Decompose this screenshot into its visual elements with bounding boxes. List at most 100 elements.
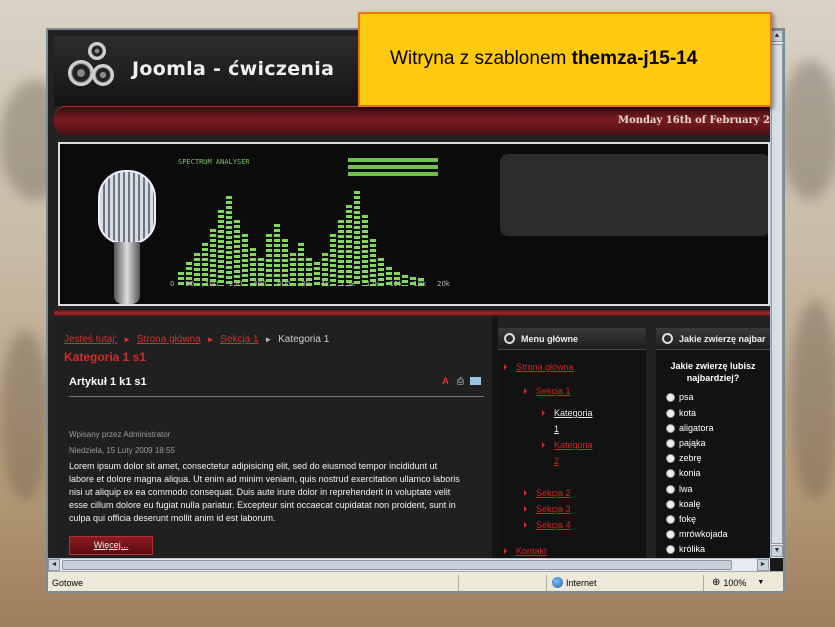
callout-template-name: themza-j15-14 <box>571 48 698 69</box>
spectrum-bar <box>218 210 224 286</box>
pdf-icon[interactable]: A <box>440 376 451 387</box>
zoom-control[interactable]: ⊕ 100% ▼ <box>712 577 764 588</box>
status-divider <box>458 575 459 591</box>
site-title[interactable]: Joomla - ćwiczenia <box>132 58 334 80</box>
chevron-down-icon[interactable]: ▼ <box>757 579 764 586</box>
scroll-thumb[interactable] <box>62 560 732 570</box>
radio-button[interactable] <box>666 544 675 554</box>
menu-arrow-icon <box>504 364 507 370</box>
menu-arrow-icon <box>524 388 527 394</box>
callout-box: Witryna z szablonem themza-j15-14 <box>358 12 772 107</box>
menu-item-category-2-suffix[interactable]: 2 <box>554 456 559 466</box>
radio-button[interactable] <box>666 468 675 478</box>
header-banner: SPECTRUM ANALYSER 0 30 100 250 480 600 8k 4k 7.5… <box>58 142 770 306</box>
globe-icon <box>552 577 563 588</box>
poll-option[interactable]: kota <box>666 408 696 418</box>
main-menu-header: Menu główne <box>498 328 646 350</box>
spectrum-bars <box>178 186 448 286</box>
date-bar: Monday 16th of February 2 <box>54 106 770 136</box>
article-title: Artykuł 1 k1 s1 <box>69 376 147 388</box>
breadcrumb-home[interactable]: Strona główna <box>137 334 201 345</box>
status-bar: Gotowe Internet ⊕ 100% ▼ <box>48 571 783 591</box>
zone-label: Internet <box>566 577 597 588</box>
vertical-scrollbar[interactable]: ▲ ▼ <box>770 30 783 558</box>
category-title: Kategoria 1 s1 <box>64 350 147 364</box>
zoom-icon: ⊕ <box>712 577 721 588</box>
scroll-thumb[interactable] <box>771 44 783 544</box>
radio-button[interactable] <box>666 438 675 448</box>
menu-item-category-1-suffix[interactable]: 1 <box>554 424 559 434</box>
radio-button[interactable] <box>666 423 675 433</box>
scroll-right-icon[interactable]: ► <box>757 559 769 571</box>
scroll-left-icon[interactable]: ◄ <box>48 559 60 571</box>
poll-option[interactable]: fokę <box>666 514 696 524</box>
horizontal-scrollbar[interactable]: ◄ ► <box>48 558 770 571</box>
poll-option[interactable]: lwa <box>666 484 693 494</box>
module-bullet-icon <box>662 333 673 344</box>
poll-option[interactable]: psa <box>666 392 694 402</box>
print-icon[interactable]: ⎙ <box>455 376 466 387</box>
poll-option[interactable]: konia <box>666 468 701 478</box>
spectrum-bar <box>338 219 344 286</box>
menu-item-home[interactable]: Strona główna <box>516 362 574 372</box>
menu-item-section-4[interactable]: Sekcja 4 <box>536 520 571 530</box>
spectrum-bar <box>282 238 288 286</box>
radio-button[interactable] <box>666 529 675 539</box>
radio-button[interactable] <box>666 392 675 402</box>
breadcrumb-prefix: Jesteś tutaj: <box>64 334 118 345</box>
spectrum-tick-label: 20k <box>437 280 450 288</box>
background-tree <box>780 60 835 200</box>
microphone-icon <box>98 170 156 244</box>
poll-option[interactable]: zebrę <box>666 453 702 463</box>
spectrum-ticks: 0 30 100 250 480 600 8k 4k 7.5k 12k 15k 18k 20k <box>170 280 450 288</box>
poll-option[interactable]: królika <box>666 544 705 554</box>
menu-item-category-1[interactable]: Kategoria <box>554 408 593 418</box>
menu-item-section-1[interactable]: Sekcja 1 <box>536 386 571 396</box>
read-more-button[interactable]: Więcej... <box>69 536 153 555</box>
spectrum-bar <box>362 214 368 286</box>
menu-item-category-2[interactable]: Kategoria <box>554 440 593 450</box>
radio-button[interactable] <box>666 453 675 463</box>
radio-button[interactable] <box>666 484 675 494</box>
breadcrumb-section[interactable]: Sekcja 1 <box>220 334 258 345</box>
security-zone[interactable]: Internet <box>552 577 597 588</box>
spectrum-bar <box>266 233 272 286</box>
poll-option-label: psa <box>679 392 694 402</box>
radio-button[interactable] <box>666 499 675 509</box>
spectrum-tick-label: 480 <box>253 280 267 288</box>
article-line: esse cillum dolore eu fugiat nulla paria… <box>69 500 456 510</box>
level-meters <box>348 158 438 178</box>
menu-arrow-icon <box>542 410 545 416</box>
spectrum-bar <box>274 224 280 286</box>
spectrum-tick-label: 250 <box>229 280 243 288</box>
menu-item-section-2[interactable]: Sekcja 2 <box>536 488 571 498</box>
spectrum-bar <box>242 233 248 286</box>
background-tree <box>790 300 835 500</box>
poll-option[interactable]: mrówkojada <box>666 529 728 539</box>
poll-title: Jakie zwierzę najbar <box>679 333 766 344</box>
poll-option-label: konia <box>679 468 701 478</box>
menu-item-section-3[interactable]: Sekcja 3 <box>536 504 571 514</box>
spectrum-bar <box>346 205 352 286</box>
radio-button[interactable] <box>666 408 675 418</box>
poll-header: Jakie zwierzę najbar <box>656 328 770 350</box>
spectrum-tick-label: 12k <box>365 280 379 288</box>
spectrum-tick-label: 30 <box>185 280 195 288</box>
speaker-logo-icon <box>92 64 114 86</box>
radio-button[interactable] <box>666 514 675 524</box>
spectrum-bar <box>370 238 376 286</box>
poll-option[interactable]: pająka <box>666 438 706 448</box>
poll-option-label: królika <box>679 544 706 554</box>
breadcrumb: Jesteś tutaj: ► Strona główna ► Sekcja 1… <box>64 334 329 345</box>
poll-option-label: koalę <box>679 499 701 509</box>
poll-option[interactable]: koalę <box>666 499 701 509</box>
scroll-down-icon[interactable]: ▼ <box>771 545 783 557</box>
speaker-logo-icon <box>88 42 106 60</box>
email-icon[interactable] <box>470 377 481 385</box>
main-content: Jesteś tutaj: ► Strona główna ► Sekcja 1… <box>54 316 492 558</box>
poll-question-line: najbardziej? <box>686 373 740 383</box>
scroll-up-icon[interactable]: ▲ <box>771 30 783 42</box>
poll-option[interactable]: aligatora <box>666 423 714 433</box>
article-line: Lorem ipsum dolor sit amet, consectetur … <box>69 461 438 471</box>
menu-item-contact[interactable]: Kontakt <box>516 546 547 556</box>
